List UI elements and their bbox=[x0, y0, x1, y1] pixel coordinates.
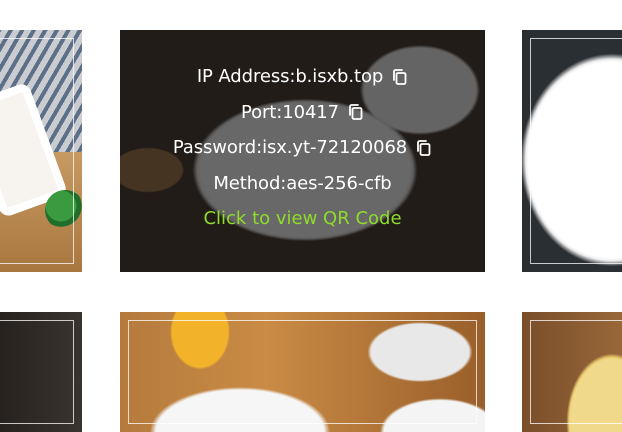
food-card-bottom-center[interactable] bbox=[120, 312, 485, 432]
server-info: IP Address: b.isxb.top Port: 10417 Passwor… bbox=[120, 30, 485, 272]
food-card-eggs-right[interactable] bbox=[522, 30, 622, 272]
password-label: Password: bbox=[172, 137, 263, 159]
method-label: Method: bbox=[213, 172, 287, 194]
ip-value: b.isxb.top bbox=[295, 66, 384, 88]
food-photo bbox=[120, 312, 485, 432]
copy-icon[interactable] bbox=[346, 103, 364, 121]
port-label: Port: bbox=[240, 101, 283, 123]
password-value: isx.yt-72120068 bbox=[262, 137, 408, 159]
food-photo bbox=[0, 312, 82, 432]
food-card-bottom-right[interactable] bbox=[522, 312, 622, 432]
food-card-breakfast-left[interactable] bbox=[0, 30, 82, 272]
food-photo bbox=[522, 30, 622, 272]
qr-code-link[interactable]: Click to view QR Code bbox=[203, 201, 401, 237]
password-row: Password: isx.yt-72120068 bbox=[173, 130, 432, 166]
food-photo bbox=[0, 30, 82, 272]
copy-icon[interactable] bbox=[390, 68, 408, 86]
port-row: Port: 10417 bbox=[241, 95, 364, 131]
method-value: aes-256-cfb bbox=[286, 172, 392, 194]
food-card-bottom-left[interactable] bbox=[0, 312, 82, 432]
server-info-card[interactable]: IP Address: b.isxb.top Port: 10417 Passwor… bbox=[120, 30, 485, 272]
port-value: 10417 bbox=[282, 101, 339, 123]
ip-address-row: IP Address: b.isxb.top bbox=[197, 59, 408, 95]
ip-label: IP Address: bbox=[196, 66, 296, 88]
parsley-garnish bbox=[45, 190, 82, 230]
copy-icon[interactable] bbox=[414, 139, 432, 157]
food-photo bbox=[522, 312, 622, 432]
method-row: Method: aes-256-cfb bbox=[213, 166, 391, 202]
